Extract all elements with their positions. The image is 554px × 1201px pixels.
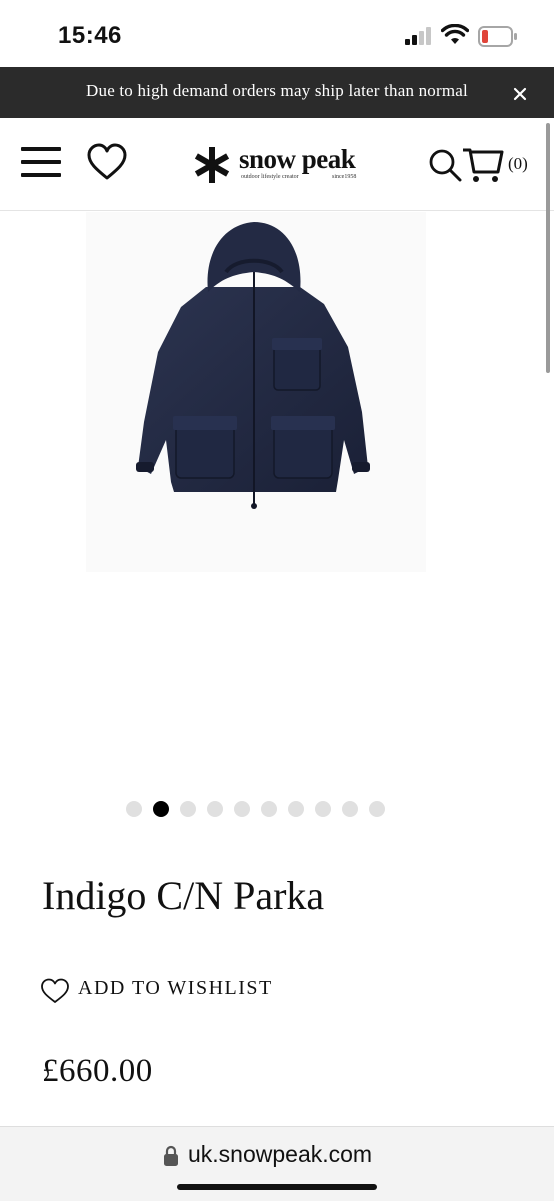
- home-indicator[interactable]: [177, 1184, 377, 1190]
- carousel-dot[interactable]: [288, 801, 304, 817]
- site-header: snow peak outdoor lifestyle creator sinc…: [0, 118, 554, 211]
- carousel-dot[interactable]: [261, 801, 277, 817]
- browser-address-bar[interactable]: uk.snowpeak.com: [0, 1126, 554, 1201]
- wifi-icon: [441, 24, 469, 44]
- carousel-dot[interactable]: [126, 801, 142, 817]
- lock-icon: [164, 1145, 178, 1166]
- status-bar: 15:46: [0, 0, 554, 67]
- heart-outline-icon: [41, 978, 69, 1003]
- cellular-signal-icon: [405, 27, 431, 45]
- carousel-dot[interactable]: [234, 801, 250, 817]
- menu-icon[interactable]: [21, 147, 61, 177]
- cart-icon[interactable]: [462, 146, 504, 184]
- carousel-dot[interactable]: [342, 801, 358, 817]
- cart-count[interactable]: (0): [508, 154, 528, 174]
- snowflake-logo-icon: [194, 147, 230, 183]
- product-image[interactable]: [86, 212, 426, 572]
- close-icon[interactable]: [510, 84, 530, 104]
- logo-wordmark: snow peak: [239, 144, 356, 174]
- carousel-dot[interactable]: [315, 801, 331, 817]
- carousel-dot[interactable]: [369, 801, 385, 817]
- url-text[interactable]: uk.snowpeak.com: [188, 1141, 372, 1168]
- carousel-dot[interactable]: [180, 801, 196, 817]
- scrollbar[interactable]: [546, 123, 550, 373]
- carousel-dot[interactable]: [207, 801, 223, 817]
- wishlist-label: ADD TO WISHLIST: [78, 977, 273, 999]
- carousel-dot[interactable]: [153, 801, 169, 817]
- carousel-indicator: [0, 801, 554, 821]
- logo-tagline: outdoor lifestyle creator: [241, 174, 299, 180]
- snow-peak-logo[interactable]: snow peak outdoor lifestyle creator sinc…: [193, 142, 363, 186]
- parka-image: [136, 222, 370, 509]
- heart-icon[interactable]: [86, 143, 128, 181]
- banner-message: Due to high demand orders may ship later…: [86, 81, 468, 100]
- battery-low-icon: [478, 26, 517, 47]
- search-icon[interactable]: [428, 148, 462, 182]
- status-time: 15:46: [58, 22, 122, 49]
- product-title: Indigo C/N Parka: [42, 873, 325, 918]
- logo-since: since1958: [332, 174, 357, 180]
- product-price: £660.00: [42, 1053, 153, 1089]
- announcement-banner: Due to high demand orders may ship later…: [0, 67, 554, 118]
